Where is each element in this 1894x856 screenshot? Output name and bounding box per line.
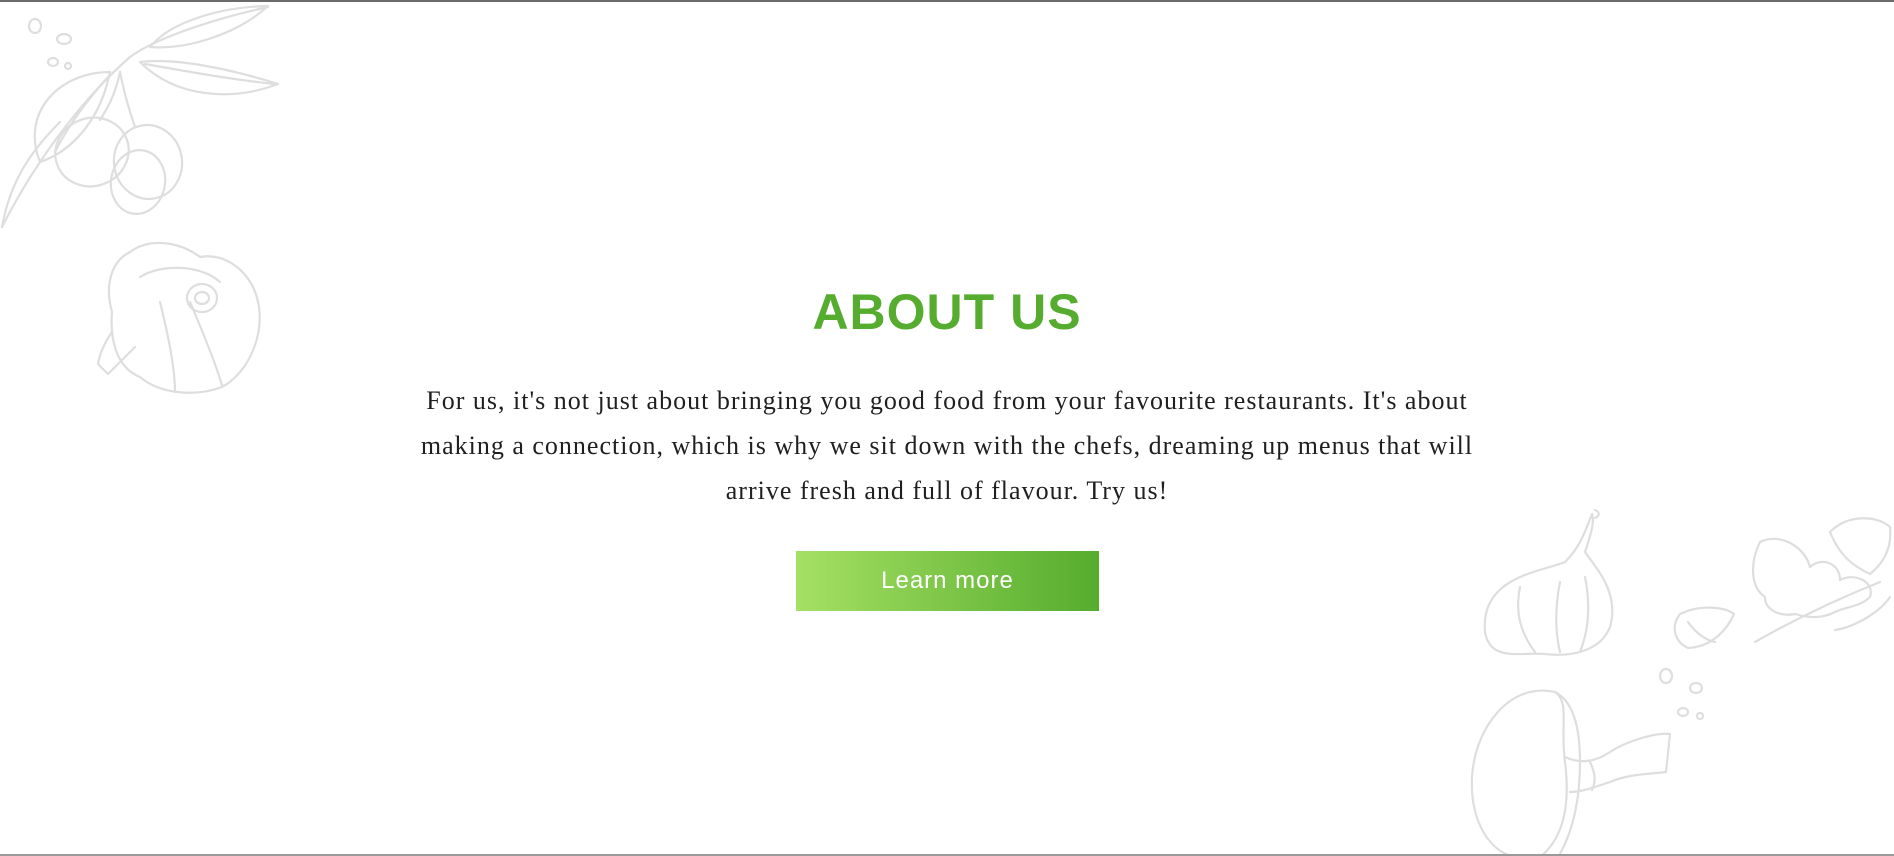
about-content: ABOUT US For us, it's not just about bri… — [0, 2, 1894, 854]
about-section: ABOUT US For us, it's not just about bri… — [0, 0, 1894, 856]
learn-more-button[interactable]: Learn more — [796, 551, 1099, 611]
about-description: For us, it's not just about bringing you… — [420, 386, 1474, 505]
section-title: ABOUT US — [812, 284, 1082, 340]
